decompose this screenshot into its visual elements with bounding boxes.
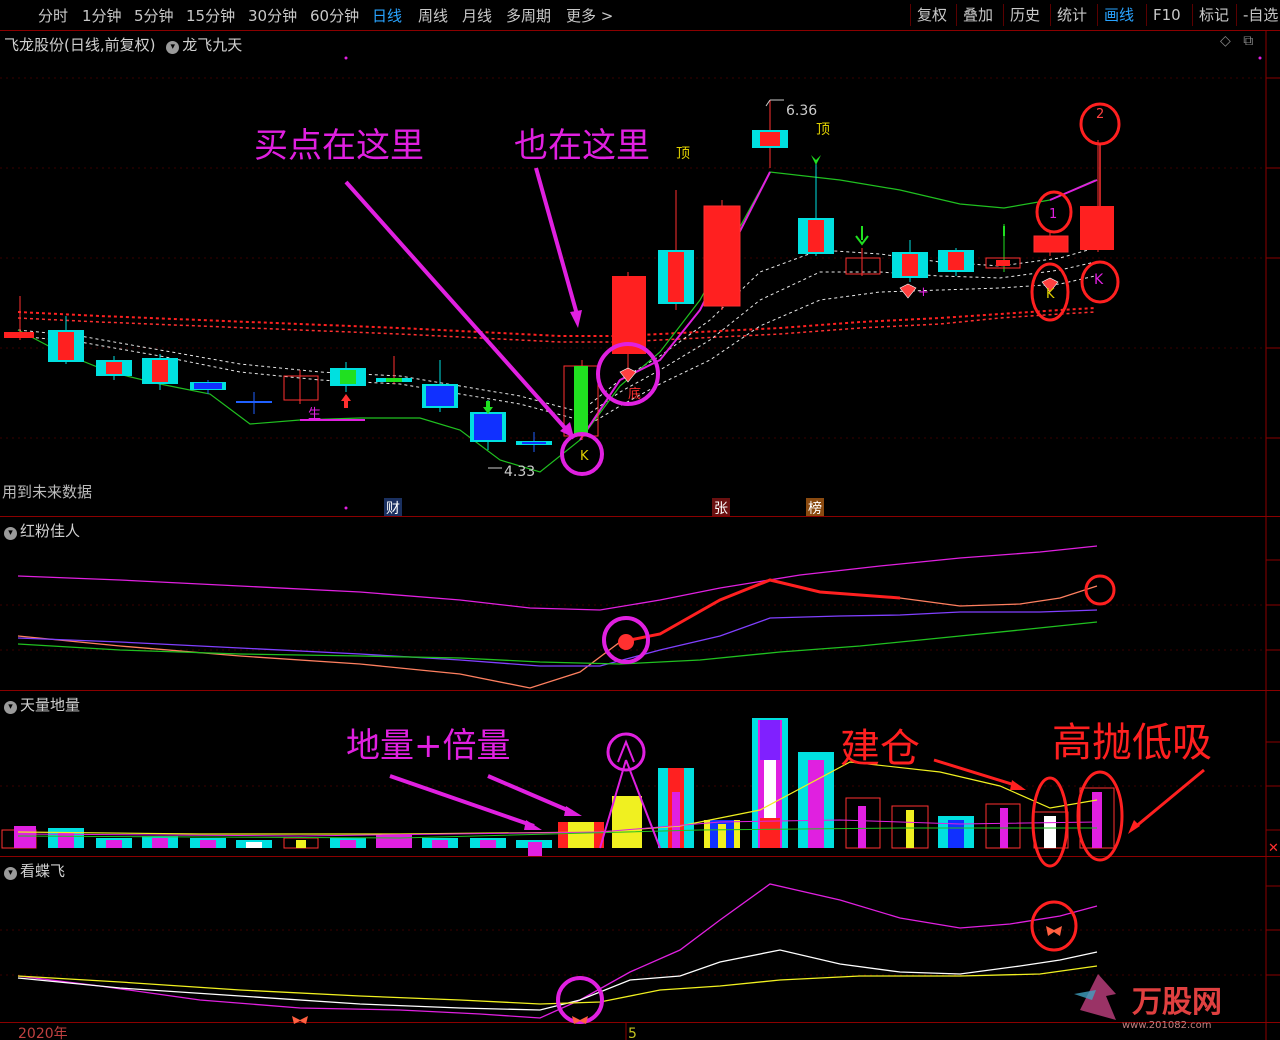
k-marker: K [1046,287,1055,302]
butterfly-icon [1046,926,1062,936]
finance-marker: 财 [386,501,400,517]
annotation-buy-here: 买点在这里 [254,126,424,166]
circle-label-2: 2 [1096,107,1104,122]
low-price-label: 4.33 [504,464,535,480]
limit-up-marker: 张 [714,501,728,517]
month-label: 5 [628,1026,637,1040]
watermark-url: www.201082.com [1122,1020,1212,1031]
up-arrow-icon [341,394,351,408]
down-arrow-icon [811,150,821,165]
butterfly-icon [292,1016,308,1024]
dragon-tiger-marker: 榜 [808,500,822,517]
watermark-text: 万股网 [1132,985,1222,1020]
sheng-marker: 生 [308,407,321,422]
circle-label-1: 1 [1049,207,1057,222]
svg-text:✕: ✕ [1268,841,1279,856]
down-arrow-icon [855,226,869,246]
top-marker: 顶 [816,122,830,138]
k-marker: K [580,449,589,464]
bottom-marker: 底 [628,386,641,402]
k-marker: K [1094,272,1104,288]
svg-text:+: + [918,285,929,300]
watermark-logo: 万股网 www.201082.com [1074,974,1222,1031]
annotation-sell-high-buy-low: 高抛低吸 [1052,720,1212,766]
annotation-also-here: 也在这里 [514,126,650,166]
top-marker: 顶 [676,146,690,162]
gem-icon [899,283,917,299]
annotation-ground-volume: 地量+倍量 [346,726,511,766]
year-label: 2020年 [18,1026,68,1040]
high-price-label: 6.36 [786,103,817,119]
annotation-build-position: 建仓 [840,726,920,772]
